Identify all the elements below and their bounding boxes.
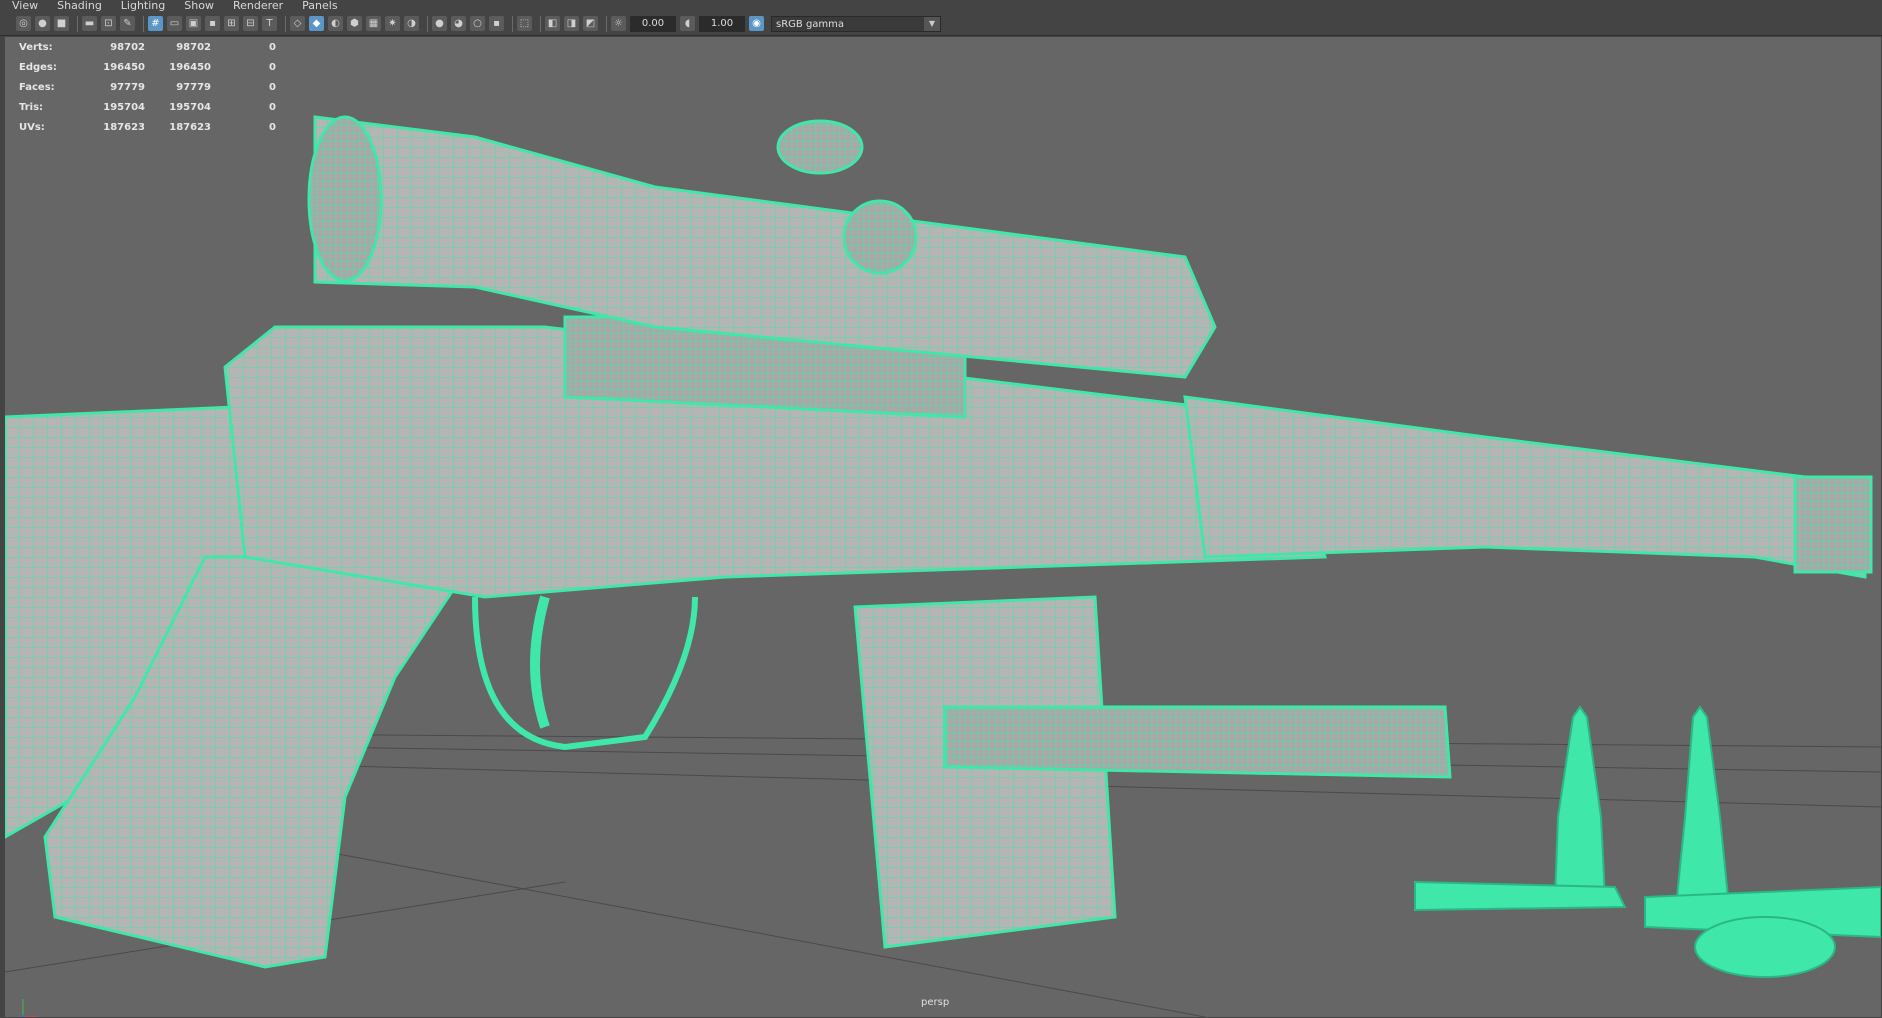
cleaning-rod-mesh [943,705,1452,779]
select-camera-icon[interactable]: ◎ [16,16,31,31]
hud-value: 97779 [176,81,211,93]
shadows-icon[interactable]: ◑ [404,16,419,31]
hud-row-edges: Edges: 196450 196450 0 [19,57,276,77]
lock-camera-icon[interactable]: ● [35,16,50,31]
hud-label: UVs: [19,121,45,133]
grid-icon[interactable]: # [148,16,163,31]
resolution-gate-icon[interactable]: ▣ [186,16,201,31]
hud-row-uvs: UVs: 187623 187623 0 [19,117,276,137]
hud-label: Tris: [19,101,44,113]
cartridge-standing-2 [1673,705,1732,918]
menu-lighting[interactable]: Lighting [109,0,172,12]
muzzle-mesh [1793,475,1873,574]
menu-bar: View Shading Lighting Show Renderer Pane… [0,0,1882,12]
hud-label: Verts: [19,41,53,53]
cartridge-standing-1 [1553,705,1607,898]
toolbar-separator [427,15,428,32]
motion-blur-icon[interactable]: ◕ [451,16,466,31]
wireframe-on-shaded-icon[interactable]: ⬢ [347,16,362,31]
gate-mask-icon[interactable]: ▪ [205,16,220,31]
film-gate-icon[interactable]: ▭ [167,16,182,31]
bookmark-icon[interactable]: ■ [54,16,69,31]
hud-value: 196450 [103,61,145,73]
color-space-dropdown[interactable]: sRGB gamma ▼ [771,15,941,32]
toolbar-separator [606,15,607,32]
hud-value: 196450 [169,61,211,73]
textured-icon[interactable]: ▦ [366,16,381,31]
hud-value: 195704 [169,101,211,113]
smooth-shade-icon[interactable]: ◆ [309,16,324,31]
chevron-down-icon: ▼ [924,16,940,31]
viewport-persp[interactable]: Verts: 98702 98702 0 Edges: 196450 19645… [5,37,1881,1017]
use-default-material-icon[interactable]: ◐ [328,16,343,31]
image-plane-icon[interactable]: ▬ [82,16,97,31]
2d-pan-zoom-icon[interactable]: ⊡ [101,16,116,31]
safe-title-icon[interactable]: T [262,16,277,31]
hud-row-tris: Tris: 195704 195704 0 [19,97,276,117]
menu-panels[interactable]: Panels [290,0,344,12]
hud-value: 98702 [176,41,211,53]
lights-icon[interactable]: ✷ [385,16,400,31]
trigger-mesh [530,595,550,729]
hud-value: 195704 [103,101,145,113]
safe-action-icon[interactable]: ⊟ [243,16,258,31]
toolbar-separator [143,15,144,32]
scope-turret-side-mesh [842,199,918,275]
scene-render [5,115,1881,1017]
hud-value: 0 [269,41,276,53]
poly-count-hud: Verts: 98702 98702 0 Edges: 196450 19645… [19,37,276,137]
hud-value: 98702 [110,41,145,53]
toolbar-separator [512,15,513,32]
hud-row-faces: Faces: 97779 97779 0 [19,77,276,97]
isolate-select-icon[interactable]: ⬚ [517,16,532,31]
cartridge-lying-1 [1414,880,1627,912]
grease-pencil-icon[interactable]: ✎ [120,16,135,31]
hud-label: Faces: [19,81,55,93]
toolbar-separator [540,15,541,32]
scope-turret-top-mesh [776,119,864,175]
ambient-occlusion-icon[interactable]: ● [432,16,447,31]
color-space-value: sRGB gamma [776,18,845,30]
xray-icon[interactable]: ◧ [545,16,560,31]
menu-renderer[interactable]: Renderer [221,0,290,12]
axis-gizmo-icon [21,999,37,1017]
field-chart-icon[interactable]: ⊞ [224,16,239,31]
hud-value: 0 [269,81,276,93]
exposure-icon[interactable]: ☼ [611,16,626,31]
menu-view[interactable]: View [0,0,45,12]
color-management-icon[interactable]: ◉ [749,16,764,31]
xray-joints-icon[interactable]: ◨ [564,16,579,31]
hud-label: Edges: [19,61,57,73]
panel-toolbar: ◎ ● ■ ▬ ⊡ ✎ # ▭ ▣ ▪ ⊞ ⊟ T ◇ ◆ ◐ ⬢ ▦ ✷ ◑ … [0,12,1882,36]
toolbar-separator [77,15,78,32]
hud-value: 0 [269,61,276,73]
backface-icon[interactable]: ◩ [583,16,598,31]
anti-aliasing-icon[interactable]: ○ [470,16,485,31]
handguard-mesh [1183,395,1867,579]
toolbar-separator [285,15,286,32]
cartridge-lying-3 [1694,916,1836,978]
hud-value: 0 [269,121,276,133]
gamma-field[interactable]: 1.00 [699,15,745,32]
menu-shading[interactable]: Shading [45,0,109,12]
hud-value: 97779 [110,81,145,93]
hud-row-verts: Verts: 98702 98702 0 [19,37,276,57]
scope-eyepiece-mesh [307,115,383,283]
trigger-guard-mesh [472,596,698,751]
hud-value: 187623 [103,121,145,133]
magazine-mesh [853,595,1117,949]
exposure-field[interactable]: 0.00 [630,15,676,32]
gamma-icon[interactable]: ◖ [680,16,695,31]
depth-of-field-icon[interactable]: ▪ [489,16,504,31]
wireframe-icon[interactable]: ◇ [290,16,305,31]
hud-value: 0 [269,101,276,113]
menu-show[interactable]: Show [172,0,221,12]
camera-label: persp [921,997,950,1008]
hud-value: 187623 [169,121,211,133]
